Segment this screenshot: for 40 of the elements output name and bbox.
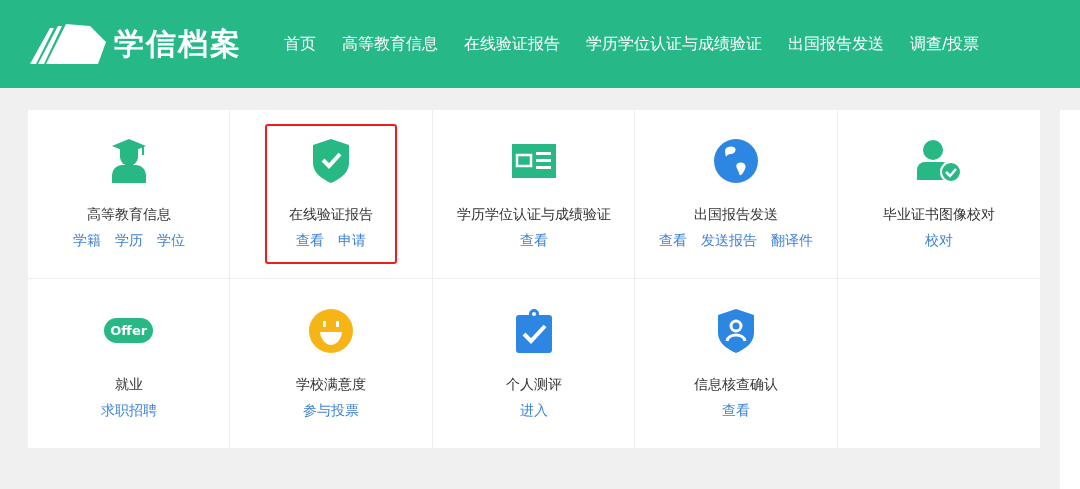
tile-title: 个人测评 [505,375,562,394]
graduate-icon [111,139,146,183]
tile-link[interactable]: 参与投票 [303,401,360,420]
smiley-icon [309,308,354,353]
tile-link[interactable]: 进入 [519,401,548,420]
offer-badge: Offer [104,318,154,343]
globe-icon [714,139,758,183]
shield-person-icon [718,308,754,353]
id-card-icon [511,144,556,178]
tile-link[interactable]: 查看 [296,232,325,250]
tile-link[interactable]: 翻译件 [771,232,813,250]
logo-text: 学信档案 [114,24,242,63]
tile-link[interactable]: 求职招聘 [100,401,157,420]
tile-title: 在线验证报告 [289,206,374,224]
tile-link[interactable]: 发送报告 [701,232,757,250]
nav-link[interactable]: 学历学位认证与成绩验证 [586,33,762,55]
nav-link[interactable]: 出国报告发送 [788,33,884,55]
tile-title: 就业 [114,375,143,394]
nav-link[interactable]: 调查/投票 [910,33,980,55]
tile-link[interactable]: 校对 [924,232,953,250]
shield-check-icon [313,139,350,183]
nav-link[interactable]: 首页 [284,33,316,55]
tile-title: 出国报告发送 [694,206,778,224]
tile-link[interactable]: 查看 [659,232,687,250]
tile-link[interactable]: 查看 [722,401,750,420]
nav-link[interactable]: 在线验证报告 [464,33,560,55]
tile-link[interactable]: 学历 [114,232,143,250]
tile-link[interactable]: 申请 [338,232,367,250]
tile-link[interactable]: 学位 [156,232,185,250]
nav-link[interactable]: 高等教育信息 [342,33,438,55]
tile-link[interactable]: 学籍 [72,232,101,250]
tile-title: 学历学位认证与成绩验证 [456,206,611,224]
person-check-icon [916,140,961,182]
book-logo-icon [28,22,108,66]
tile-title: 学校满意度 [296,375,367,394]
tile-link[interactable]: 查看 [519,232,548,250]
tile-title: 毕业证书图像校对 [882,206,995,224]
tile-title: 高等教育信息 [86,206,171,224]
tile-title: 信息核查确认 [694,375,778,394]
clipboard-check-icon [515,308,552,353]
